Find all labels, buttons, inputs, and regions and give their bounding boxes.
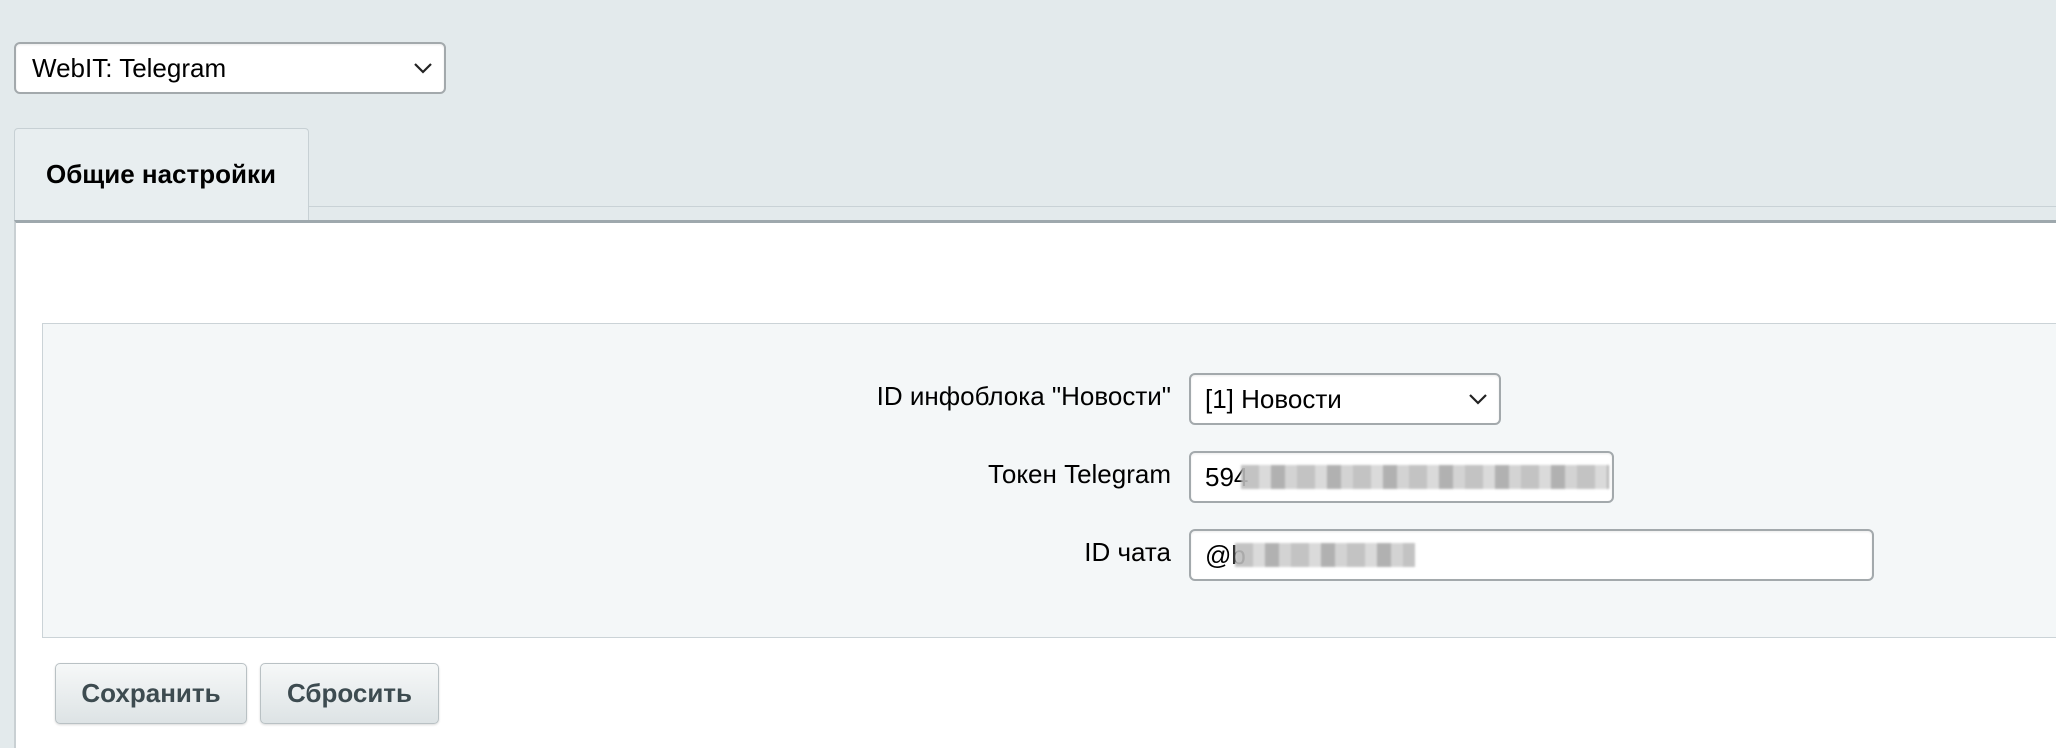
tab-general-settings[interactable]: Общие настройки: [14, 128, 309, 222]
reset-button[interactable]: Сбросить: [260, 663, 439, 724]
chat-id-label: ID чата: [1084, 537, 1171, 567]
tab-strip-divider: [309, 206, 2056, 207]
module-select[interactable]: WebIT: Telegram: [14, 42, 446, 94]
chevron-down-icon: [1469, 394, 1487, 405]
token-redaction: [1241, 465, 1609, 489]
module-select-value: WebIT: Telegram: [32, 53, 227, 83]
chat-id-redaction: [1235, 543, 1415, 567]
iblock-label: ID инфоблока "Новости": [876, 381, 1171, 411]
tab-label: Общие настройки: [46, 159, 276, 189]
token-input[interactable]: 594: [1189, 451, 1614, 503]
iblock-select[interactable]: [1] Новости: [1189, 373, 1501, 425]
chat-id-input[interactable]: @b: [1189, 529, 1874, 581]
settings-form: ID инфоблока "Новости" [1] Новости Токен…: [42, 323, 2056, 638]
token-label: Токен Telegram: [988, 459, 1171, 489]
iblock-select-value: [1] Новости: [1205, 384, 1342, 414]
save-button[interactable]: Сохранить: [55, 663, 247, 724]
chevron-down-icon: [414, 63, 432, 74]
